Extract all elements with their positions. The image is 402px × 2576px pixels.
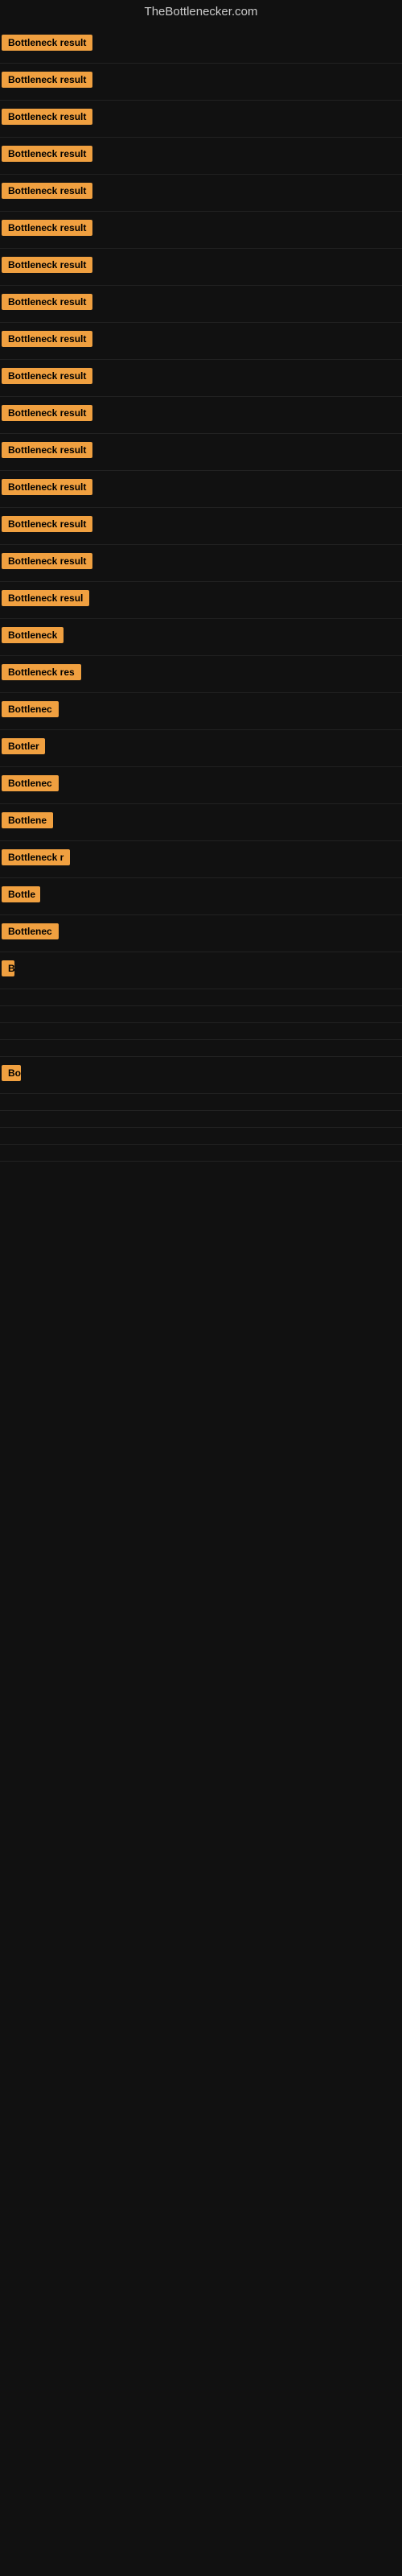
bottleneck-result-bar[interactable]: Bottlenec: [2, 775, 59, 791]
list-item: Bottleneck r: [0, 841, 402, 878]
bottleneck-result-bar[interactable]: Bottleneck result: [2, 368, 92, 384]
list-item: Bottleneck result: [0, 545, 402, 582]
list-item: Bottlenec: [0, 767, 402, 804]
site-title: TheBottlenecker.com: [0, 0, 402, 27]
bottleneck-result-bar[interactable]: Bottleneck result: [2, 331, 92, 347]
bottleneck-result-bar[interactable]: B: [2, 960, 14, 976]
list-item: Bottler: [0, 730, 402, 767]
bottleneck-result-bar[interactable]: Bottleneck result: [2, 442, 92, 458]
list-item: [0, 989, 402, 1006]
bottleneck-result-bar[interactable]: Bottleneck result: [2, 146, 92, 162]
bottleneck-result-bar[interactable]: Bottleneck result: [2, 553, 92, 569]
list-item: [0, 1040, 402, 1057]
list-item: [0, 1094, 402, 1111]
rows-container: Bottleneck result Bottleneck result Bottle…: [0, 27, 402, 1162]
list-item: Bottleneck result: [0, 323, 402, 360]
list-item: Bottlenec: [0, 693, 402, 730]
bottleneck-result-bar[interactable]: Bo: [2, 1065, 21, 1081]
list-item: [0, 1111, 402, 1128]
list-item: [0, 1128, 402, 1145]
list-item: Bottleneck result: [0, 27, 402, 64]
list-item: Bottleneck res: [0, 656, 402, 693]
list-item: Bottleneck result: [0, 397, 402, 434]
list-item: Bottleneck result: [0, 175, 402, 212]
list-item: Bottleneck result: [0, 101, 402, 138]
list-item: Bottlene: [0, 804, 402, 841]
list-item: Bottleneck result: [0, 64, 402, 101]
list-item: Bottleneck result: [0, 471, 402, 508]
list-item: Bo: [0, 1057, 402, 1094]
bottleneck-result-bar[interactable]: Bottleneck result: [2, 294, 92, 310]
bottleneck-result-bar[interactable]: Bottleneck result: [2, 35, 92, 51]
bottleneck-result-bar[interactable]: Bottleneck result: [2, 183, 92, 199]
list-item: Bottleneck result: [0, 508, 402, 545]
list-item: B: [0, 952, 402, 989]
bottleneck-result-bar[interactable]: Bottleneck: [2, 627, 64, 643]
list-item: [0, 1145, 402, 1162]
bottleneck-result-bar[interactable]: Bottleneck result: [2, 72, 92, 88]
bottleneck-result-bar[interactable]: Bottler: [2, 738, 45, 754]
bottleneck-result-bar[interactable]: Bottleneck resul: [2, 590, 89, 606]
list-item: Bottleneck result: [0, 138, 402, 175]
bottleneck-result-bar[interactable]: Bottleneck result: [2, 479, 92, 495]
bottleneck-result-bar[interactable]: Bottlenec: [2, 701, 59, 717]
list-item: Bottleneck result: [0, 360, 402, 397]
list-item: Bottleneck result: [0, 212, 402, 249]
bottleneck-result-bar[interactable]: Bottleneck r: [2, 849, 70, 865]
bottleneck-result-bar[interactable]: Bottleneck result: [2, 516, 92, 532]
bottleneck-result-bar[interactable]: Bottlene: [2, 812, 53, 828]
bottleneck-result-bar[interactable]: Bottleneck result: [2, 109, 92, 125]
bottleneck-result-bar[interactable]: Bottleneck result: [2, 405, 92, 421]
list-item: Bottleneck result: [0, 434, 402, 471]
list-item: Bottleneck result: [0, 286, 402, 323]
list-item: Bottle: [0, 878, 402, 915]
list-item: Bottleneck resul: [0, 582, 402, 619]
list-item: Bottleneck result: [0, 249, 402, 286]
list-item: Bottleneck: [0, 619, 402, 656]
list-item: [0, 1023, 402, 1040]
bottleneck-result-bar[interactable]: Bottleneck res: [2, 664, 81, 680]
bottleneck-result-bar[interactable]: Bottleneck result: [2, 220, 92, 236]
bottleneck-result-bar[interactable]: Bottle: [2, 886, 40, 902]
bottleneck-result-bar[interactable]: Bottlenec: [2, 923, 59, 939]
bottleneck-result-bar[interactable]: Bottleneck result: [2, 257, 92, 273]
list-item: [0, 1006, 402, 1023]
site-header: TheBottlenecker.com: [0, 0, 402, 27]
list-item: Bottlenec: [0, 915, 402, 952]
